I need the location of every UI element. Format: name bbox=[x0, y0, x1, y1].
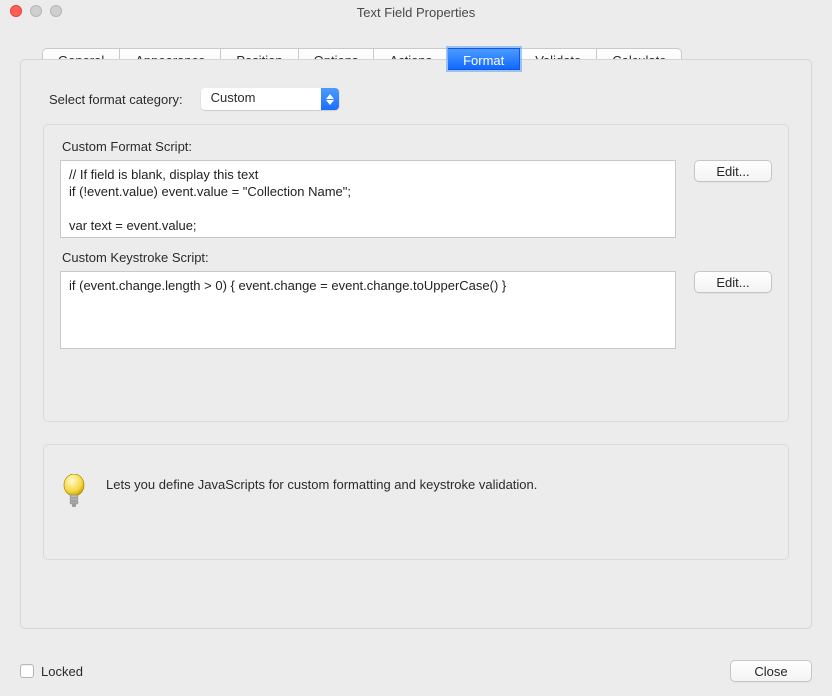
minimize-window-icon bbox=[30, 5, 42, 17]
locked-label: Locked bbox=[41, 664, 83, 679]
close-window-icon[interactable] bbox=[10, 5, 22, 17]
hint-text: Lets you define JavaScripts for custom f… bbox=[106, 463, 537, 492]
format-category-row: Select format category: Custom bbox=[49, 88, 789, 110]
locked-checkbox[interactable] bbox=[20, 664, 34, 678]
scripts-panel: Custom Format Script: // If field is bla… bbox=[43, 124, 789, 422]
locked-row[interactable]: Locked bbox=[20, 664, 83, 679]
chevron-updown-icon bbox=[321, 88, 339, 110]
keystroke-script-label: Custom Keystroke Script: bbox=[62, 250, 772, 265]
hint-panel: Lets you define JavaScripts for custom f… bbox=[43, 444, 789, 560]
window-title: Text Field Properties bbox=[0, 5, 832, 20]
titlebar: Text Field Properties bbox=[0, 0, 832, 24]
content-area: Select format category: Custom Custom Fo… bbox=[20, 59, 812, 629]
keystroke-script-row: if (event.change.length > 0) { event.cha… bbox=[60, 271, 772, 349]
format-category-label: Select format category: bbox=[49, 92, 183, 107]
lightbulb-icon bbox=[62, 473, 86, 509]
zoom-window-icon bbox=[50, 5, 62, 17]
close-button[interactable]: Close bbox=[730, 660, 812, 682]
keystroke-script-box[interactable]: if (event.change.length > 0) { event.cha… bbox=[60, 271, 676, 349]
format-category-value: Custom bbox=[201, 88, 321, 110]
format-script-box[interactable]: // If field is blank, display this text … bbox=[60, 160, 676, 238]
window-controls bbox=[10, 5, 62, 17]
footer: Locked Close bbox=[0, 646, 832, 696]
format-category-select[interactable]: Custom bbox=[201, 88, 339, 110]
tab-format[interactable]: Format bbox=[448, 48, 520, 70]
format-script-label: Custom Format Script: bbox=[62, 139, 772, 154]
edit-format-script-button[interactable]: Edit... bbox=[694, 160, 772, 182]
format-script-row: // If field is blank, display this text … bbox=[60, 160, 772, 238]
edit-keystroke-script-button[interactable]: Edit... bbox=[694, 271, 772, 293]
